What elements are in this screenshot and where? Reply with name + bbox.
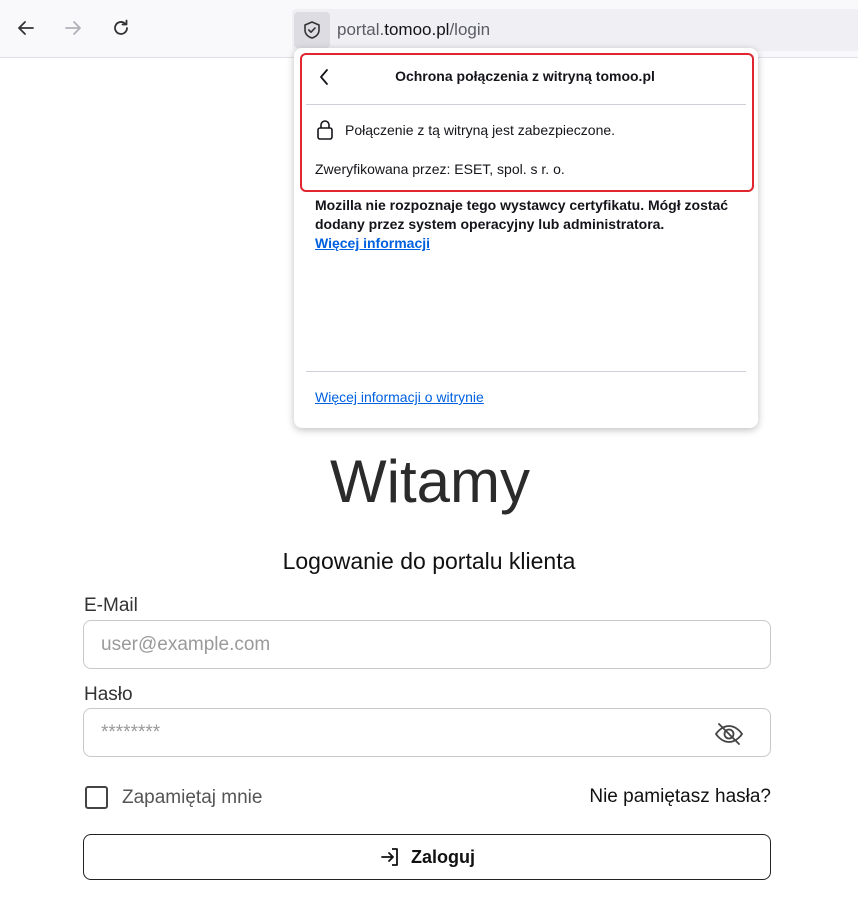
url-text[interactable]: portal.tomoo.pl/login (337, 20, 490, 40)
password-placeholder: ******** (101, 722, 161, 743)
forgot-password-link[interactable]: Nie pamiętasz hasła? (589, 786, 771, 808)
reload-icon (114, 19, 128, 35)
reload-button[interactable] (105, 12, 137, 44)
email-placeholder: user@example.com (101, 634, 271, 655)
remember-me-checkbox[interactable] (85, 786, 108, 809)
arrow-left-icon (18, 21, 34, 35)
email-label: E-Mail (84, 595, 138, 616)
panel-divider-bottom (306, 371, 746, 372)
url-prefix: portal. (337, 20, 385, 39)
panel-back-button[interactable] (312, 64, 336, 90)
url-path: /login (449, 20, 491, 39)
certificate-warning-text: Mozilla nie rozpoznaje tego wystawcy cer… (315, 197, 729, 232)
forward-button[interactable] (57, 12, 89, 44)
site-identity-button[interactable] (294, 12, 330, 48)
password-field[interactable]: ******** (83, 708, 771, 757)
login-icon (381, 848, 398, 866)
site-info-link[interactable]: Więcej informacji o witrynie (315, 389, 484, 405)
arrow-right-icon (65, 21, 81, 35)
eye-off-icon[interactable] (714, 722, 744, 746)
url-bar[interactable]: portal.tomoo.pl/login (292, 9, 858, 51)
panel-divider (306, 104, 746, 105)
login-subtitle: Logowanie do portalu klienta (282, 548, 576, 574)
more-info-link[interactable]: Więcej informacji (315, 235, 430, 251)
verified-by-text: Zweryfikowana przez: ESET, spol. s r. o. (315, 161, 565, 177)
secure-connection-text: Połączenie z tą witryną jest zabezpieczo… (345, 122, 616, 138)
url-host: tomoo.pl (384, 20, 450, 39)
login-button-label: Zaloguj (411, 846, 475, 867)
shield-icon (304, 21, 320, 39)
remember-me-label[interactable]: Zapamiętaj mnie (122, 787, 262, 809)
lock-icon (317, 120, 333, 140)
panel-title: Ochrona połączenia z witryną tomoo.pl (395, 68, 655, 84)
welcome-heading: Witamy (330, 448, 530, 515)
login-button[interactable]: Zaloguj (83, 834, 771, 880)
chevron-left-icon (320, 69, 328, 85)
back-button[interactable] (10, 12, 42, 44)
password-label: Hasło (84, 684, 133, 705)
email-field[interactable]: user@example.com (83, 620, 771, 669)
